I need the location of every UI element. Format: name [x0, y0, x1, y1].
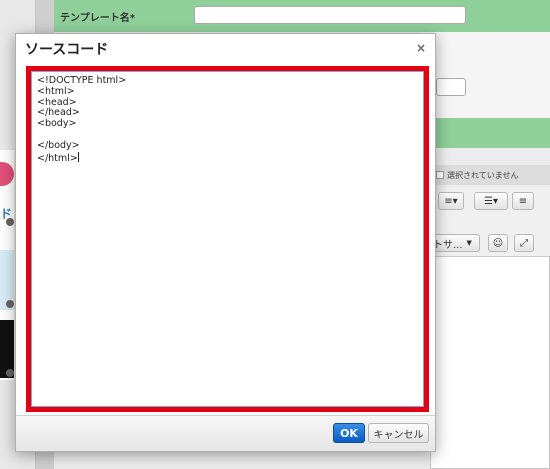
- source-code-line: </html>: [37, 151, 79, 164]
- source-code-dialog: ソースコード × <!DOCTYPE html> <html> <head> </he…: [15, 33, 436, 452]
- checkbox[interactable]: [436, 171, 444, 179]
- emoticon-button[interactable]: ☺: [488, 234, 508, 252]
- align-left-icon: ≡: [518, 195, 528, 207]
- align-left-button[interactable]: ≡: [512, 192, 534, 210]
- background-input[interactable]: [436, 78, 466, 96]
- dialog-footer: OK キャンセル: [16, 415, 435, 451]
- smiley-icon: ☺: [492, 237, 504, 249]
- source-code-line: <!DOCTYPE html>: [37, 75, 127, 86]
- cancel-button[interactable]: キャンセル: [368, 423, 429, 443]
- font-size-dropdown-label: トサ...: [433, 239, 463, 251]
- font-size-dropdown[interactable]: トサ... ▼: [430, 234, 480, 252]
- advertisement-dot-icon: [6, 369, 14, 377]
- source-code-line: <html>: [37, 85, 75, 97]
- dialog-title: ソースコード: [25, 42, 109, 58]
- checkbox-label: 選択されていません: [447, 170, 519, 180]
- template-name-input[interactable]: [194, 6, 466, 24]
- ok-button[interactable]: OK: [333, 423, 365, 443]
- source-code-line: <body>: [37, 118, 77, 130]
- fullscreen-button[interactable]: ⤢: [514, 234, 534, 252]
- chevron-down-icon: ▼: [466, 239, 472, 247]
- dialog-body: <!DOCTYPE html> <html> <head> </head> <body>…: [16, 62, 435, 417]
- screen: テンプレート名* 選択されていません ≡▾ ☰▾ ≡ トサ... ▼ ☺ ⤢ ド: [0, 0, 550, 469]
- bullet-list-button[interactable]: ☰▾: [474, 192, 508, 210]
- editor-toolbar: ≡▾ ☰▾ ≡ トサ... ▼ ☺ ⤢: [430, 187, 550, 257]
- source-code-textarea[interactable]: <!DOCTYPE html> <html> <head> </head> <body>…: [31, 71, 424, 407]
- source-code-line: </head>: [37, 107, 80, 119]
- advertisement-dot-icon: [6, 300, 14, 308]
- numbered-list-icon: ≡▾: [444, 195, 458, 207]
- close-icon[interactable]: ×: [415, 41, 427, 55]
- text-caret: [77, 151, 79, 162]
- background-green-row: [420, 118, 550, 148]
- bullet-list-icon: ☰▾: [484, 195, 498, 207]
- template-name-label: テンプレート名*: [60, 13, 135, 24]
- numbered-list-button[interactable]: ≡▾: [438, 192, 464, 210]
- dialog-header: ソースコード ×: [16, 34, 435, 62]
- background-form-row: [420, 32, 550, 118]
- background-checkbox-row[interactable]: 選択されていません: [430, 165, 550, 185]
- fullscreen-icon: ⤢: [520, 237, 528, 249]
- source-code-line: <head>: [37, 96, 77, 108]
- source-code-line: [37, 130, 418, 141]
- source-code-line: </body>: [37, 139, 80, 151]
- advertisement-dot-icon: [6, 218, 14, 226]
